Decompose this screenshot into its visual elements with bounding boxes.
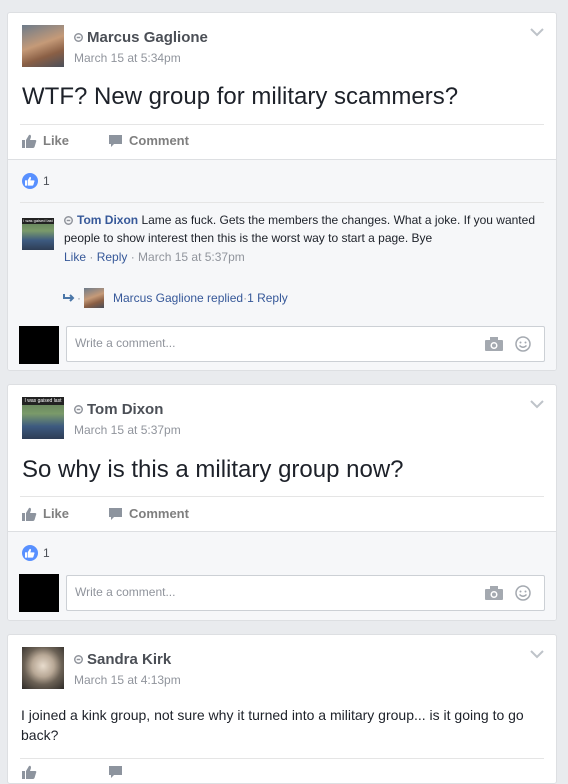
avatar[interactable]: I was gaised last one xyxy=(22,397,64,439)
comment-avatar[interactable]: I was gaised last one xyxy=(22,218,54,250)
like-label: Like xyxy=(43,506,70,521)
emoji-icon[interactable] xyxy=(515,336,531,352)
like-label: Like xyxy=(43,133,70,148)
reply-arrow-icon xyxy=(63,294,75,302)
post-text: I joined a kink group, not sure why it t… xyxy=(21,707,524,743)
chevron-down-icon[interactable] xyxy=(530,649,544,659)
reply-count[interactable]: 1 Reply xyxy=(247,291,288,305)
comment-icon xyxy=(109,134,122,147)
post-author-line: Tom Dixon xyxy=(74,401,163,418)
like-button[interactable]: Like xyxy=(22,506,69,521)
comment: Tom Dixon Lame as fuck. Gets the members… xyxy=(64,211,542,266)
reaction-number: 1 xyxy=(43,174,50,188)
chevron-down-icon[interactable] xyxy=(530,399,544,409)
comment-button[interactable]: Comment xyxy=(108,133,189,148)
comment-placeholder: Write a comment... xyxy=(75,585,176,599)
divider xyxy=(20,202,544,203)
comment-reply-link[interactable]: Reply xyxy=(97,250,128,264)
post-card: Sandra Kirk March 15 at 4:13pm I joined … xyxy=(7,634,557,784)
verified-icon xyxy=(74,655,83,664)
replies-summary[interactable]: · Marcus Gaglione replied · 1 Reply xyxy=(62,288,288,308)
divider xyxy=(20,124,544,125)
commenter-avatar xyxy=(19,574,59,612)
comment-input[interactable]: Write a comment... xyxy=(66,575,545,611)
comment-like-link[interactable]: Like xyxy=(64,250,86,264)
commenter-avatar xyxy=(19,326,59,364)
divider xyxy=(20,758,544,759)
like-button[interactable]: Like xyxy=(22,133,69,148)
avatar[interactable] xyxy=(22,25,64,67)
comment-actions: Like · Reply · March 15 at 5:37pm xyxy=(64,248,542,266)
separator: · xyxy=(127,250,139,264)
post-author[interactable]: Marcus Gaglione xyxy=(87,29,208,46)
comment-button[interactable]: Comment xyxy=(108,506,189,521)
comment-label: Comment xyxy=(129,506,189,521)
thumbs-up-icon xyxy=(22,765,37,779)
avatar-banner: I was gaised last one xyxy=(22,397,64,405)
post-card: I was gaised last one Tom Dixon March 15… xyxy=(7,384,557,621)
like-reaction-icon xyxy=(22,545,38,561)
comment-icon xyxy=(109,507,122,520)
avatar[interactable] xyxy=(22,647,64,689)
post-timestamp[interactable]: March 15 at 4:13pm xyxy=(74,673,181,687)
post-author[interactable]: Tom Dixon xyxy=(87,401,163,418)
reply-avatar xyxy=(84,288,104,308)
reaction-number: 1 xyxy=(43,546,50,560)
post-author-line: Marcus Gaglione xyxy=(74,29,208,46)
post-author-line: Sandra Kirk xyxy=(74,651,171,668)
reaction-count[interactable]: 1 xyxy=(22,545,50,561)
post-timestamp[interactable]: March 15 at 5:34pm xyxy=(74,51,181,65)
separator: · xyxy=(77,291,81,305)
like-reaction-icon xyxy=(22,173,38,189)
thumbs-up-icon xyxy=(22,507,37,521)
verified-icon xyxy=(74,405,83,414)
comment-placeholder: Write a comment... xyxy=(75,336,176,350)
camera-icon[interactable] xyxy=(485,337,503,351)
separator: · xyxy=(86,250,97,264)
post-author[interactable]: Sandra Kirk xyxy=(87,651,171,668)
chevron-down-icon[interactable] xyxy=(530,27,544,37)
comment-input[interactable]: Write a comment... xyxy=(66,326,545,362)
emoji-icon[interactable] xyxy=(515,585,531,601)
camera-icon[interactable] xyxy=(485,586,503,600)
post-text: So why is this a military group now? xyxy=(22,456,404,483)
verified-icon xyxy=(74,33,83,42)
comment-timestamp[interactable]: March 15 at 5:37pm xyxy=(138,250,245,264)
comment-icon xyxy=(109,766,122,778)
replied-by[interactable]: Marcus Gaglione replied xyxy=(113,291,243,305)
comment-label: Comment xyxy=(129,133,189,148)
comment-section: 1 I was gaised last one Tom Dixon Lame a… xyxy=(8,159,556,370)
post-text: WTF? New group for military scammers? xyxy=(22,83,459,110)
post-timestamp[interactable]: March 15 at 5:37pm xyxy=(74,423,181,437)
avatar-banner: I was gaised last one xyxy=(22,218,54,224)
thumbs-up-icon xyxy=(22,134,37,148)
verified-icon xyxy=(64,216,73,225)
divider xyxy=(20,496,544,497)
reaction-count[interactable]: 1 xyxy=(22,173,50,189)
comment-section: 1 Write a comment... xyxy=(8,531,556,620)
post-card: Marcus Gaglione March 15 at 5:34pm WTF? … xyxy=(7,12,557,371)
comment-author[interactable]: Tom Dixon xyxy=(77,213,138,227)
